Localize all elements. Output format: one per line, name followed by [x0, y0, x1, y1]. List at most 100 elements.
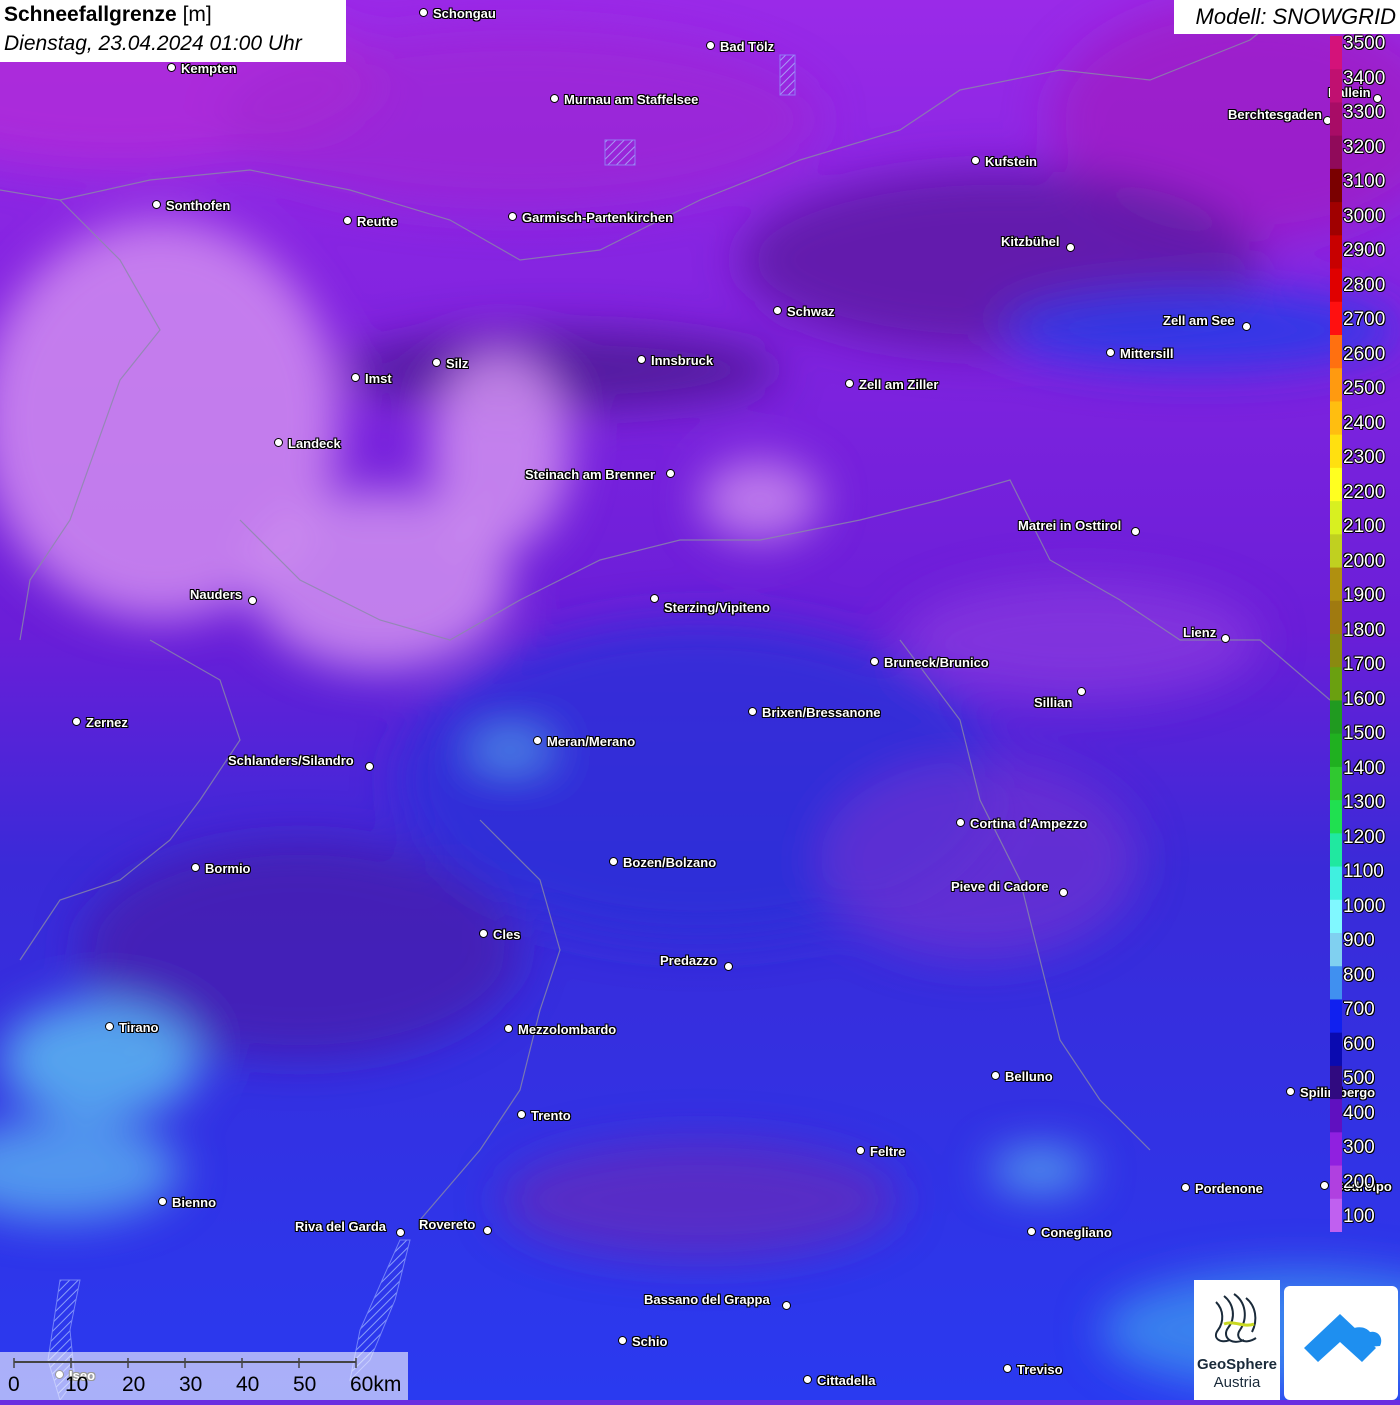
city-marker[interactable]: [666, 469, 675, 478]
city-marker[interactable]: [191, 863, 200, 872]
city-label: Imst: [365, 371, 392, 386]
city-label: Mittersill: [1120, 346, 1174, 361]
city-marker[interactable]: [956, 818, 965, 827]
colorbar-label: 1800: [1343, 619, 1386, 641]
colorbar-label: 300: [1343, 1137, 1375, 1158]
city-label: Pieve di Cadore: [951, 879, 1049, 894]
city-label: Pordenone: [1195, 1181, 1263, 1196]
city-marker[interactable]: [365, 762, 374, 771]
city-marker[interactable]: [1320, 1181, 1329, 1190]
city-marker[interactable]: [343, 216, 352, 225]
city-marker[interactable]: [991, 1071, 1000, 1080]
colorbar-segment: [1330, 1132, 1342, 1167]
city-label: Predazzo: [660, 953, 718, 968]
city-marker[interactable]: [351, 373, 360, 382]
city-marker[interactable]: [274, 438, 283, 447]
city-marker[interactable]: [1242, 322, 1251, 331]
city-marker[interactable]: [870, 657, 879, 666]
city-marker[interactable]: [748, 707, 757, 716]
city-marker[interactable]: [1027, 1227, 1036, 1236]
scale-bar: [0, 1352, 408, 1400]
colorbar-segment: [1330, 1198, 1342, 1232]
map-title: Schneefallgrenze [m]: [4, 0, 342, 30]
app-logo[interactable]: [1284, 1286, 1398, 1400]
city-marker[interactable]: [158, 1197, 167, 1206]
city-marker[interactable]: [609, 857, 618, 866]
city-label: Lienz: [1183, 625, 1217, 640]
city-marker[interactable]: [803, 1375, 812, 1384]
city-label: Belluno: [1005, 1069, 1053, 1084]
colorbar-segment: [1330, 434, 1342, 469]
city-marker[interactable]: [1077, 687, 1086, 696]
colorbar-label: 1700: [1343, 654, 1386, 675]
colorbar-segment: [1330, 634, 1342, 668]
city-label: Treviso: [1017, 1362, 1063, 1377]
city-label: Reutte: [357, 214, 398, 229]
city-marker[interactable]: [845, 379, 854, 388]
city-marker[interactable]: [1003, 1364, 1012, 1373]
geosphere-name: GeoSphere: [1196, 1356, 1278, 1373]
city-marker[interactable]: [773, 306, 782, 315]
city-marker[interactable]: [483, 1226, 492, 1235]
city-marker[interactable]: [167, 63, 176, 72]
colorbar-segment: [1330, 600, 1342, 635]
city-marker[interactable]: [1221, 634, 1230, 643]
city-marker[interactable]: [248, 596, 257, 605]
city-marker[interactable]: [105, 1022, 114, 1031]
city-marker[interactable]: [1286, 1087, 1295, 1096]
city-label: Mezzolombardo: [518, 1022, 617, 1037]
city-label: Cortina d'Ampezzo: [970, 816, 1088, 831]
city-marker[interactable]: [1106, 348, 1115, 357]
colorbar-segment: [1330, 69, 1342, 103]
city-label: Zell am See: [1163, 313, 1235, 328]
city-marker[interactable]: [432, 358, 441, 367]
city-label: Bormio: [205, 861, 251, 876]
colorbar-label: 1200: [1343, 826, 1386, 848]
colorbar-label: 3400: [1343, 67, 1386, 89]
geosphere-logo[interactable]: GeoSphere Austria: [1194, 1280, 1280, 1400]
city-marker[interactable]: [72, 717, 81, 726]
city-marker[interactable]: [152, 200, 161, 209]
city-marker[interactable]: [971, 156, 980, 165]
city-marker[interactable]: [550, 94, 559, 103]
city-marker[interactable]: [856, 1146, 865, 1155]
city-label: Schongau: [433, 6, 496, 21]
colorbar-segment: [1330, 467, 1342, 502]
city-marker[interactable]: [508, 212, 517, 221]
city-marker[interactable]: [479, 929, 488, 938]
colorbar-segment: [1330, 999, 1342, 1034]
city-marker[interactable]: [396, 1228, 405, 1237]
city-marker[interactable]: [650, 594, 659, 603]
city-marker[interactable]: [517, 1110, 526, 1119]
city-marker[interactable]: [618, 1336, 627, 1345]
city-label: Sterzing/Vipiteno: [664, 600, 770, 615]
city-label: Zell am Ziller: [859, 377, 939, 392]
scale-label: 0: [8, 1373, 20, 1396]
city-label: Schwaz: [787, 304, 835, 319]
geosphere-emblem-icon: [1214, 1293, 1257, 1343]
city-marker[interactable]: [637, 355, 646, 364]
city-marker[interactable]: [1181, 1183, 1190, 1192]
city-marker[interactable]: [724, 962, 733, 971]
colorbar-segment: [1330, 1099, 1342, 1133]
scale-label: 50: [293, 1373, 317, 1396]
colorbar-label: 900: [1343, 930, 1375, 951]
city-marker[interactable]: [533, 736, 542, 745]
city-marker[interactable]: [1066, 243, 1075, 252]
colorbar-label: 800: [1343, 964, 1375, 986]
colorbar-label: 600: [1343, 1033, 1375, 1055]
city-label: Bassano del Grappa: [644, 1292, 770, 1307]
city-marker[interactable]: [1131, 527, 1140, 536]
city-marker[interactable]: [782, 1301, 791, 1310]
city-marker[interactable]: [706, 41, 715, 50]
city-marker[interactable]: [419, 8, 428, 17]
city-label: Bad Tölz: [720, 39, 775, 54]
colorbar-segment: [1330, 833, 1342, 868]
city-label: Bienno: [172, 1195, 217, 1210]
city-label: Berchtesgaden: [1228, 107, 1322, 122]
city-label: Kufstein: [985, 154, 1037, 169]
city-marker[interactable]: [1059, 888, 1068, 897]
city-marker[interactable]: [504, 1024, 513, 1033]
city-label: Schio: [632, 1334, 668, 1349]
colorbar-segment: [1330, 567, 1342, 602]
